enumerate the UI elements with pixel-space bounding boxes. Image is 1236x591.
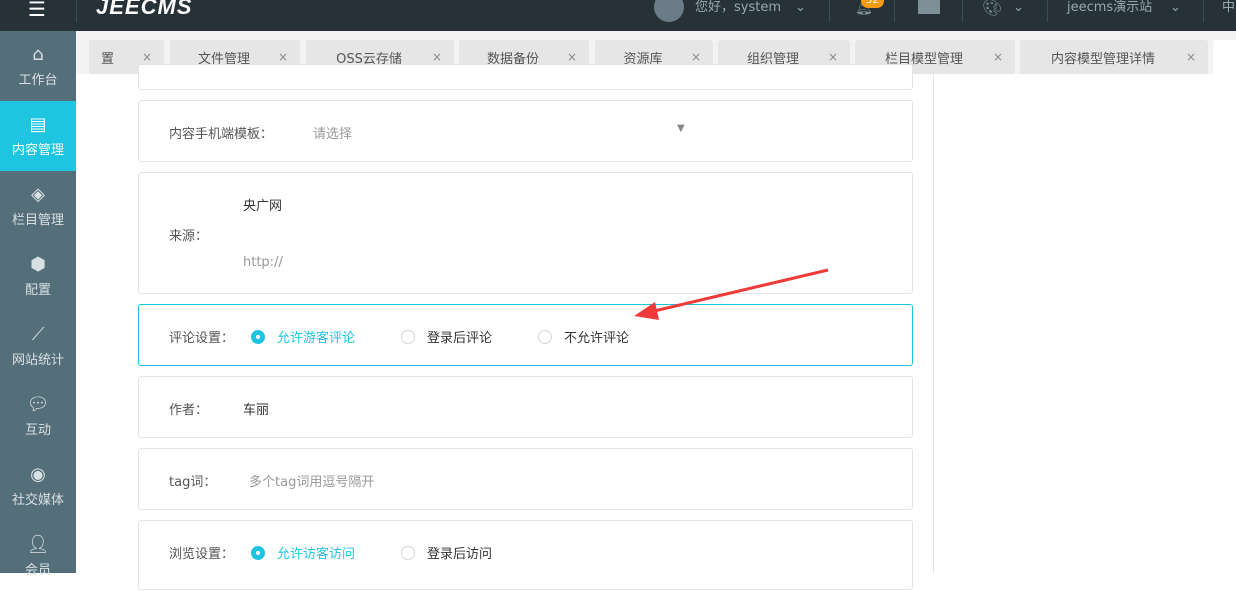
annotation-arrow-icon [634,268,829,320]
